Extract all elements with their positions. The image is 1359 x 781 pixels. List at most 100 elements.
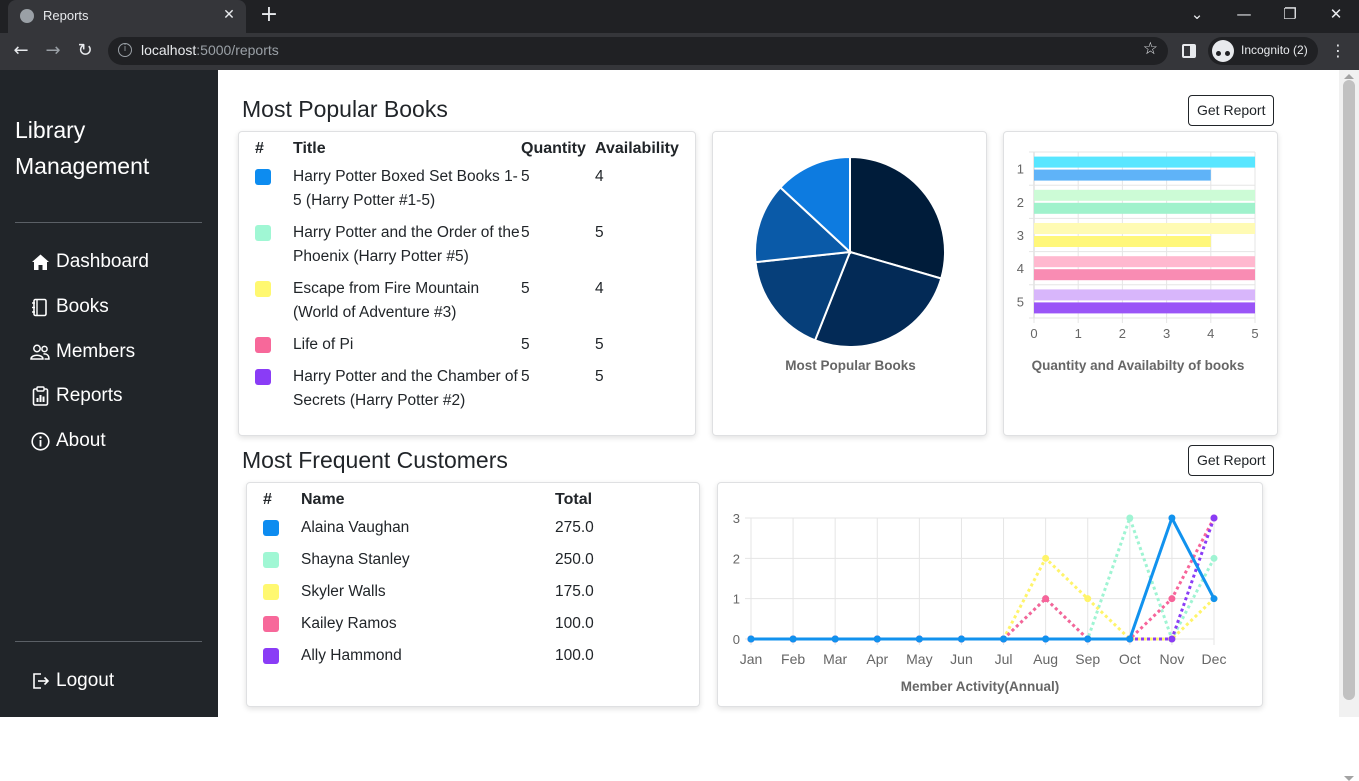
sidebar-divider [15,222,202,223]
customers-table: # Name Total Alaina Vaughan 275.0 Shayna S… [263,484,683,676]
cell-availability: 4 [595,280,604,297]
sidebar-item-books[interactable]: Books [30,292,109,322]
data-point [1168,595,1176,603]
col-header-quantity: Quantity [521,140,586,157]
popular-books-card: # Title Quantity Availability Harry Pott… [238,131,696,436]
frequent-customers-heading: Most Frequent Customers [242,447,508,473]
close-window-button[interactable]: ✕ [1313,0,1359,30]
bookmark-star-icon[interactable]: ☆ [1143,39,1158,59]
line-chart-caption: Member Activity(Annual) [900,679,1060,694]
table-header-row: # Name Total [263,484,683,516]
data-point [1084,595,1092,603]
y-tick-label: 2 [1017,195,1024,210]
cell-name: Skyler Walls [301,583,386,600]
color-swatch [255,225,271,241]
sidebar-item-members[interactable]: Members [30,337,135,367]
data-point [1210,554,1218,562]
data-point [1126,635,1134,643]
logout-button[interactable]: Logout [30,666,114,696]
cell-name: Ally Hammond [301,647,402,664]
y-tick-label: 0 [733,632,740,647]
color-swatch [263,648,279,664]
site-info-icon[interactable]: i [118,43,132,57]
sidebar-item-label: Books [56,296,109,317]
data-point [831,635,839,643]
report-icon [30,386,50,406]
cell-title: Harry Potter and the Order of the Phoeni… [293,224,520,265]
row-color-cell [263,580,301,612]
close-tab-icon[interactable]: ✕ [220,6,238,24]
sidebar-item-label: Members [56,341,136,362]
cell-name: Shayna Stanley [301,551,410,568]
bar-chart: 0 1 2 3 4 5 1 2 3 4 5 [1017,151,1259,341]
cell-title: Life of Pi [293,336,354,353]
series-line [751,517,1216,641]
y-tick-label: 4 [1017,261,1024,276]
x-tick-label: Apr [866,651,888,667]
bar [1034,269,1255,281]
sidebar-item-dashboard[interactable]: Dashboard [30,247,149,277]
row-color-cell [255,365,293,421]
incognito-profile-button[interactable]: Incognito (2) [1208,37,1318,65]
data-point [747,635,755,643]
row-color-cell [255,333,293,365]
sidebar-item-reports[interactable]: Reports [30,381,123,411]
browser-tab[interactable]: Reports ✕ [8,0,246,33]
series-line [751,513,1216,643]
pie-chart-caption: Most Popular Books [785,358,916,373]
x-tick-label: Jun [950,651,973,667]
new-tab-button[interactable]: + [258,4,280,26]
series-line [751,514,1216,641]
forward-button[interactable]: → [40,39,66,65]
url-text: localhost:5000/reports [141,42,279,58]
restore-button[interactable]: ❐ [1267,0,1313,30]
customers-get-report-button[interactable]: Get Report [1188,445,1275,476]
customers-card: # Name Total Alaina Vaughan 275.0 Shayna S… [246,482,700,707]
tab-search-icon[interactable]: ⌄ [1174,0,1220,30]
page-scrollbar[interactable] [1339,70,1359,781]
col-header-index: # [255,140,264,157]
back-button[interactable]: ← [8,39,34,65]
popular-get-report-button[interactable]: Get Report [1188,95,1275,126]
cell-total: 100.0 [555,615,594,632]
color-swatch [255,369,271,385]
scrollbar-thumb[interactable] [1343,80,1355,700]
browser-menu-icon[interactable]: ⋮ [1330,41,1346,61]
minimize-button[interactable]: — [1221,0,1267,30]
table-header-row: # Title Quantity Availability [255,133,685,165]
people-icon [30,342,50,362]
reload-button[interactable]: ↻ [72,39,98,65]
x-tick-label: 5 [1251,326,1258,341]
row-color-cell [255,221,293,277]
cell-quantity: 5 [521,336,530,353]
cell-title: Harry Potter and the Chamber of Secrets … [293,368,518,409]
url-host: localhost [141,42,197,58]
bar [1034,189,1255,201]
color-swatch [263,552,279,568]
line-chart-card: 0 1 2 3 Jan Feb Mar Apr May Jun Jul Aug Sep Oct Nov Dec… [717,482,1263,707]
y-tick-label: 3 [1017,228,1024,243]
table-row: Skyler Walls 175.0 [263,580,683,612]
cell-total: 100.0 [555,647,594,664]
data-point [1042,595,1050,603]
col-header-index: # [263,491,272,508]
x-tick-label: Aug [1033,651,1058,667]
color-swatch [255,169,271,185]
row-color-cell [263,612,301,644]
brand-title: Library Management [15,117,150,179]
scroll-down-icon[interactable] [1344,776,1354,781]
browser-toolbar: ← → ↻ i localhost:5000/reports ☆ Incogni… [0,33,1359,70]
info-icon [30,431,50,451]
address-bar[interactable]: i localhost:5000/reports ☆ [108,37,1168,65]
sidebar-item-about[interactable]: About [30,426,106,456]
col-header-name: Name [301,491,345,508]
bar [1034,256,1255,268]
scroll-up-icon[interactable] [1344,74,1354,79]
cell-quantity: 5 [521,224,530,241]
x-tick-label: 4 [1207,326,1214,341]
row-color-cell [263,516,301,548]
x-tick-label: 1 [1075,326,1082,341]
bar [1034,156,1255,168]
color-swatch [255,281,271,297]
side-panel-icon[interactable] [1182,44,1196,58]
